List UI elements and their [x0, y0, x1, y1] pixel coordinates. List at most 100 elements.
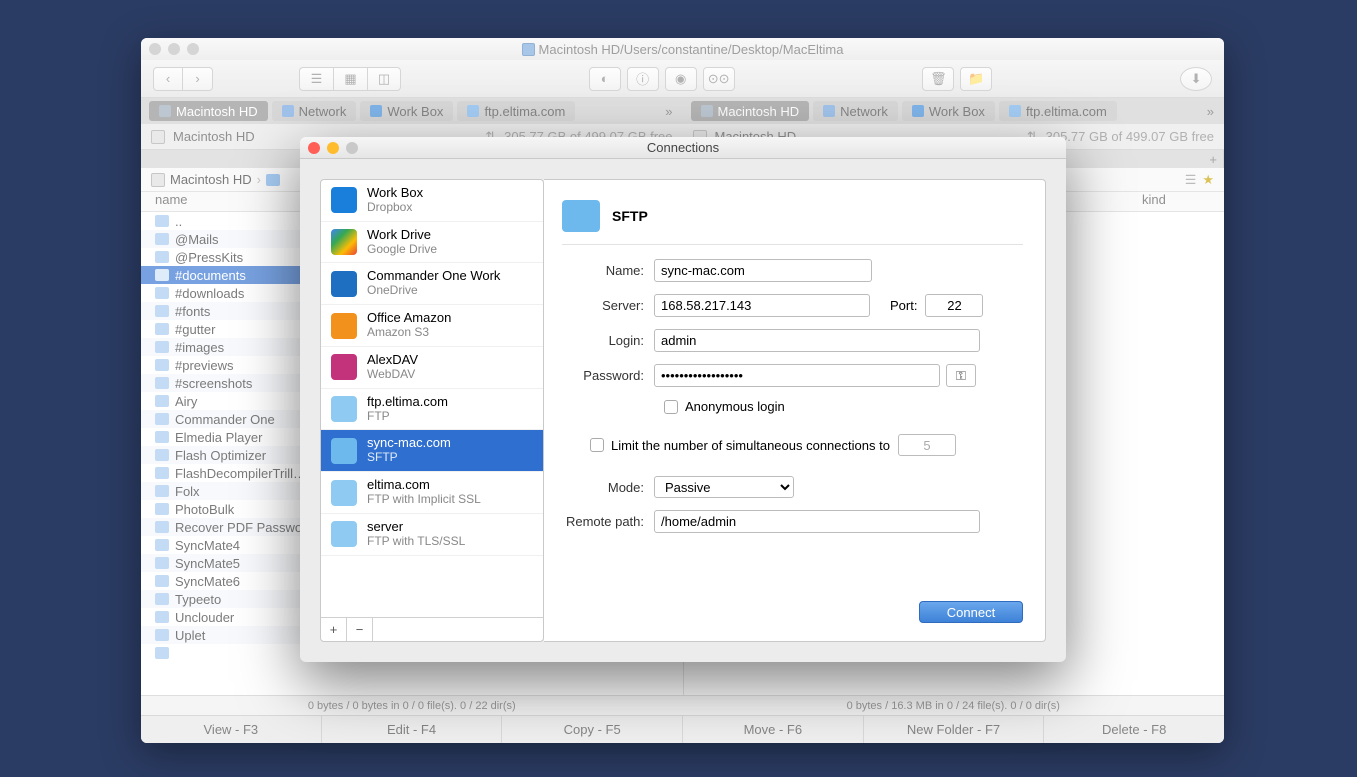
login-field[interactable] [654, 329, 980, 352]
tab[interactable]: Work Box [902, 101, 995, 121]
tab-icon [823, 105, 835, 117]
back-button[interactable]: ‹ [153, 67, 183, 91]
service-icon [331, 521, 357, 547]
service-icon [331, 480, 357, 506]
list-icon: ☰ [311, 71, 323, 87]
tab[interactable]: Network [272, 101, 357, 121]
connection-item[interactable]: AlexDAVWebDAV [321, 347, 543, 389]
connection-item[interactable]: serverFTP with TLS/SSL [321, 514, 543, 556]
folder-icon [155, 377, 169, 389]
view-list-button[interactable]: ☰ [299, 67, 333, 91]
view-grid-button[interactable]: ▦ [333, 67, 367, 91]
download-button[interactable]: ⬇ [1180, 67, 1212, 91]
star-icon[interactable]: ★ [1202, 172, 1214, 188]
volume-name: Macintosh HD [173, 129, 255, 144]
remove-connection-button[interactable]: − [347, 618, 373, 641]
list-icon[interactable]: ☰ [1185, 172, 1197, 188]
tab[interactable]: Network [813, 101, 898, 121]
connection-detail: SFTP Name: Server: Port: Login: Password… [544, 179, 1046, 642]
connection-item[interactable]: ftp.eltima.comFTP [321, 389, 543, 431]
port-field[interactable] [925, 294, 983, 317]
tab[interactable]: ftp.eltima.com [999, 101, 1117, 121]
fn-button[interactable]: Copy - F5 [502, 716, 683, 743]
col-kind[interactable]: kind [1142, 192, 1224, 211]
connection-item[interactable]: Work BoxDropbox [321, 180, 543, 222]
connect-button[interactable]: 📁 [960, 67, 992, 91]
toggle-hidden-button[interactable]: ◐ [589, 67, 621, 91]
more-tabs-left-icon[interactable]: » [665, 104, 672, 119]
fn-button[interactable]: View - F3 [141, 716, 322, 743]
folder-icon [155, 305, 169, 317]
tab-icon [159, 105, 171, 117]
tab[interactable]: Macintosh HD [149, 101, 268, 121]
detail-header: SFTP [562, 200, 1023, 245]
view-mode-group: ☰ ▦ ◫ [299, 67, 401, 91]
connection-item[interactable]: Office AmazonAmazon S3 [321, 305, 543, 347]
service-icon [331, 438, 357, 464]
window-title: Macintosh HD/Users/constantine/Desktop/M… [141, 42, 1224, 57]
disk-icon [522, 43, 535, 56]
folder-icon [155, 593, 169, 605]
fn-button[interactable]: Move - F6 [683, 716, 864, 743]
anonymous-row[interactable]: Anonymous login [664, 399, 1023, 414]
folder-icon [155, 485, 169, 497]
function-keys-row: View - F3Edit - F4Copy - F5Move - F6New … [141, 715, 1224, 743]
add-connection-button[interactable]: + [321, 618, 347, 641]
folder-icon [155, 269, 169, 281]
footer: 0 bytes / 0 bytes in 0 / 0 file(s). 0 / … [141, 695, 1224, 743]
service-icon [331, 396, 357, 422]
tab[interactable]: ftp.eltima.com [457, 101, 575, 121]
connection-item[interactable]: Commander One WorkOneDrive [321, 263, 543, 305]
connection-item[interactable]: sync-mac.comSFTP [321, 430, 543, 472]
connections-list: Work BoxDropboxWork DriveGoogle DriveCom… [321, 180, 543, 617]
folder-icon [155, 611, 169, 623]
folder-icon [155, 215, 169, 227]
fn-button[interactable]: Edit - F4 [322, 716, 503, 743]
preview-button[interactable]: ◉ [665, 67, 697, 91]
folder-icon [155, 341, 169, 353]
service-icon [331, 187, 357, 213]
key-icon: ⚿ [956, 368, 966, 384]
view-columns-button[interactable]: ◫ [367, 67, 401, 91]
tabs-row: Macintosh HDNetworkWork Boxftp.eltima.co… [141, 98, 1224, 124]
connection-item[interactable]: Work DriveGoogle Drive [321, 222, 543, 264]
row-name: Name: [562, 259, 1023, 282]
folder-icon [266, 174, 280, 186]
tab-icon [370, 105, 382, 117]
tab[interactable]: Macintosh HD [691, 101, 810, 121]
fn-button[interactable]: New Folder - F7 [864, 716, 1045, 743]
remote-path-field[interactable] [654, 510, 980, 533]
limit-checkbox[interactable] [590, 438, 604, 452]
trash-icon: 🗑 [930, 71, 947, 87]
service-icon [331, 271, 357, 297]
limit-field[interactable] [898, 434, 956, 456]
name-field[interactable] [654, 259, 872, 282]
folder-icon [155, 413, 169, 425]
folder-icon [155, 521, 169, 533]
toggle-icon: ◐ [601, 71, 609, 86]
folder-icon [155, 539, 169, 551]
folder-icon [155, 575, 169, 587]
keychain-button[interactable]: ⚿ [946, 364, 976, 387]
server-field[interactable] [654, 294, 870, 317]
anonymous-checkbox[interactable] [664, 400, 678, 414]
more-tabs-right-icon[interactable]: » [1207, 104, 1214, 119]
tab[interactable]: Work Box [360, 101, 453, 121]
connection-item[interactable]: eltima.comFTP with Implicit SSL [321, 472, 543, 514]
forward-button[interactable]: › [183, 67, 213, 91]
limit-row[interactable]: Limit the number of simultaneous connect… [590, 434, 1023, 456]
connect-button[interactable]: Connect [919, 601, 1023, 623]
password-field[interactable] [654, 364, 940, 387]
dual-button[interactable]: ⊙⊙ [703, 67, 735, 91]
folder-icon [155, 287, 169, 299]
add-tab-button[interactable]: + [1209, 151, 1217, 169]
fn-button[interactable]: Delete - F8 [1044, 716, 1224, 743]
folder-icon [155, 503, 169, 515]
tabs-right: Macintosh HDNetworkWork Boxftp.eltima.co… [683, 98, 1225, 124]
trash-button[interactable]: 🗑 [922, 67, 954, 91]
sftp-icon [562, 200, 600, 232]
mode-select[interactable]: Passive [654, 476, 794, 498]
info-button[interactable]: ⓘ [627, 67, 659, 91]
tab-icon [467, 105, 479, 117]
folder-icon [155, 431, 169, 443]
